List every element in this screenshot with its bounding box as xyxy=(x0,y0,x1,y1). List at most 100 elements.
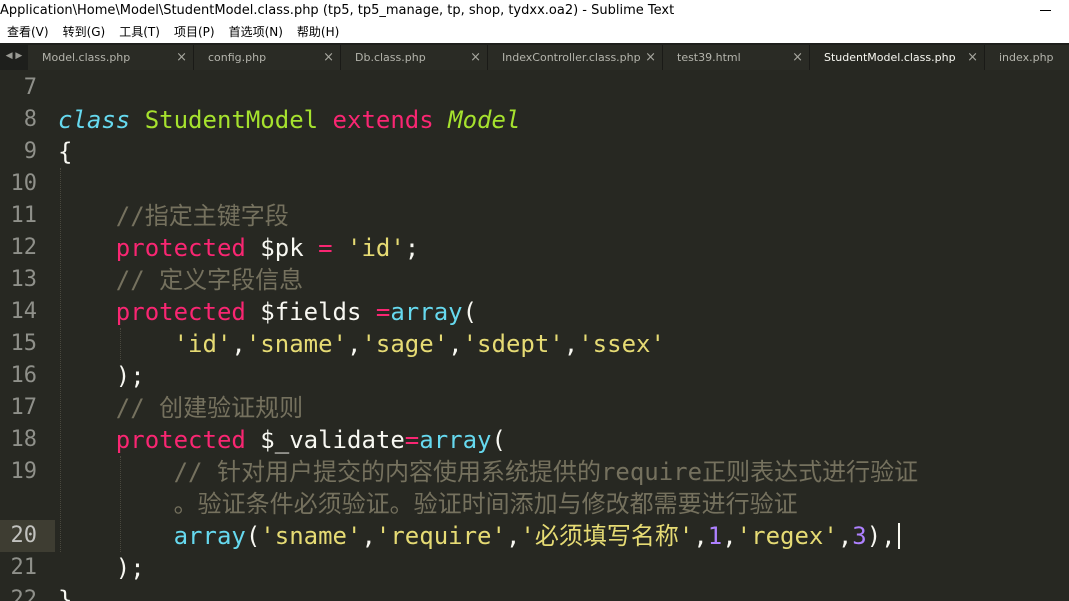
editor-tab[interactable]: IndexController.class.php × xyxy=(488,45,663,70)
editor-tab[interactable]: Model.class.php × xyxy=(28,45,194,70)
code-token: ); xyxy=(58,554,145,582)
line-number: 20 xyxy=(10,523,38,548)
code-token: '必须填写名称' xyxy=(520,522,694,550)
menu-item[interactable]: 帮助(H) xyxy=(290,22,346,43)
tab-label: Model.class.php xyxy=(42,51,131,64)
code-line[interactable]: 'id','sname','sage','sdept','ssex' xyxy=(58,328,665,360)
indent-guide xyxy=(60,168,61,552)
menu-item[interactable]: 项目(P) xyxy=(167,22,222,43)
close-tab-icon[interactable]: × xyxy=(176,45,187,70)
code-token: = xyxy=(375,298,391,326)
code-token: 'id' xyxy=(173,330,232,358)
code-line[interactable]: // 创建验证规则 xyxy=(58,392,303,424)
code-line[interactable]: protected $_validate=array( xyxy=(58,424,506,456)
code-token: //指定主键字段 xyxy=(58,202,289,230)
code-token: } xyxy=(58,586,73,601)
editor-tab[interactable]: config.php × xyxy=(194,45,341,70)
code-token: // 针对用户提交的内容使用系统提供的require正则表达式进行验证 xyxy=(58,458,919,486)
tab-label: StudentModel.class.php xyxy=(824,51,956,64)
tab-bar: ◀ ▶ Model.class.php × config.php × Db.class.… xyxy=(0,43,1069,70)
code-token: array xyxy=(390,298,463,326)
code-token: , xyxy=(347,330,362,358)
code-editor[interactable]: 7 8 9 10 11 12 13 14 15 16 17 18 19 20 21 22 class Stud… xyxy=(0,70,1069,601)
close-tab-icon[interactable]: × xyxy=(967,45,978,70)
code-token: 1 xyxy=(707,522,723,550)
line-number: 12 xyxy=(10,235,38,260)
code-line[interactable]: } xyxy=(58,584,72,601)
code-token: { xyxy=(58,138,73,166)
code-token: array xyxy=(419,426,492,454)
code-token: protected xyxy=(115,234,246,262)
code-line[interactable]: protected $fields =array( xyxy=(58,296,477,328)
code-line[interactable]: protected $pk = 'id'; xyxy=(58,232,419,264)
tab-label: config.php xyxy=(208,51,267,64)
tab-label: index.php xyxy=(999,51,1054,64)
code-token: ( xyxy=(462,298,478,326)
code-line[interactable]: array('sname','require','必须填写名称',1,'rege… xyxy=(58,520,896,552)
code-token: protected xyxy=(115,426,246,454)
code-token: ( xyxy=(245,522,261,550)
code-line[interactable]: 。验证条件必须验证。验证时间添加与修改都需要进行验证 xyxy=(58,488,798,520)
code-token: ; xyxy=(404,234,420,262)
code-token: // 创建验证规则 xyxy=(58,394,304,422)
code-token: 'sname' xyxy=(245,330,347,358)
close-tab-icon[interactable]: × xyxy=(323,45,334,70)
minimize-icon[interactable] xyxy=(1040,10,1051,11)
code-token: = xyxy=(404,426,420,454)
code-token: , xyxy=(231,330,246,358)
code-token: , xyxy=(361,522,376,550)
tab-label: IndexController.class.php xyxy=(502,51,641,64)
close-tab-icon[interactable]: × xyxy=(792,45,803,70)
editor-tab[interactable]: index.php xyxy=(985,45,1069,70)
code-token: = xyxy=(318,234,333,262)
close-tab-icon[interactable]: × xyxy=(645,45,656,70)
line-number-gutter: 7 8 9 10 11 12 13 14 15 16 17 18 19 20 21 22 xyxy=(0,70,55,601)
code-token: array xyxy=(173,522,246,550)
editor-tab[interactable]: Db.class.php × xyxy=(341,45,488,70)
line-number: 11 xyxy=(10,203,38,228)
menu-item[interactable]: 首选项(N) xyxy=(222,22,290,43)
indent-guide xyxy=(120,328,121,360)
code-token: class xyxy=(58,106,131,134)
code-token: ), xyxy=(866,522,896,550)
menu-item[interactable]: 工具(T) xyxy=(112,22,167,43)
line-number: 8 xyxy=(23,107,37,132)
code-line[interactable]: //指定主键字段 xyxy=(58,200,289,232)
close-tab-icon[interactable]: × xyxy=(470,45,481,70)
line-number: 19 xyxy=(10,459,38,484)
code-token: 'sdept' xyxy=(462,330,564,358)
window-title-bar[interactable]: Application\Home\Model\StudentModel.clas… xyxy=(0,0,1069,22)
code-line[interactable]: class StudentModel extends Model xyxy=(58,104,520,136)
editor-tab[interactable]: StudentModel.class.php × xyxy=(810,45,985,70)
code-line[interactable]: ); xyxy=(58,360,145,392)
code-token: ); xyxy=(58,362,145,390)
indent-guide xyxy=(120,456,121,552)
code-token: Model xyxy=(448,106,521,134)
editor-tab[interactable]: test39.html × xyxy=(663,45,810,70)
code-line[interactable]: { xyxy=(58,136,72,168)
code-line[interactable]: // 定义字段信息 xyxy=(58,264,303,296)
tab-scroll-arrows-icon[interactable]: ◀ ▶ xyxy=(0,43,28,70)
line-number: 21 xyxy=(10,555,38,580)
line-number xyxy=(0,488,37,520)
tab-label: test39.html xyxy=(677,51,741,64)
tab-label: Db.class.php xyxy=(355,51,426,64)
window-title: Application\Home\Model\StudentModel.clas… xyxy=(0,3,675,18)
menu-item[interactable]: 转到(G) xyxy=(56,22,113,43)
line-number: 13 xyxy=(10,267,38,292)
line-number: 18 xyxy=(10,427,38,452)
code-token: 'sage' xyxy=(361,330,449,358)
code-line[interactable]: ); xyxy=(58,552,145,584)
code-token: protected xyxy=(115,298,246,326)
line-number: 15 xyxy=(10,331,38,356)
line-number: 9 xyxy=(23,139,37,164)
menu-item[interactable]: 查看(V) xyxy=(0,22,56,43)
code-line[interactable]: // 针对用户提交的内容使用系统提供的require正则表达式进行验证 xyxy=(58,456,919,488)
